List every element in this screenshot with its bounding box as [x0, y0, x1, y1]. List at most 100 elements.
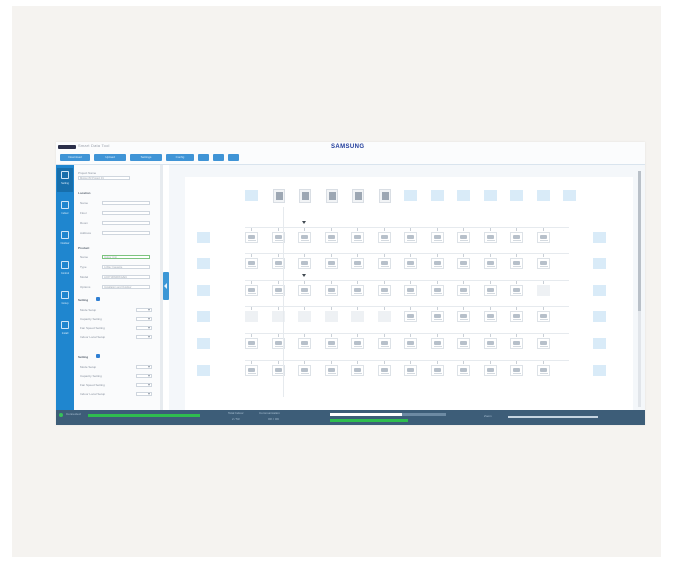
indoor-unit[interactable]	[245, 258, 258, 269]
indoor-unit[interactable]	[404, 258, 417, 269]
project-name-field[interactable]: Motion 83 Project 01	[78, 176, 130, 180]
indoor-unit[interactable]	[324, 365, 338, 376]
indoor-unit[interactable]	[377, 285, 391, 296]
device-thumbnail[interactable]	[272, 189, 285, 203]
product-header: Product	[78, 246, 90, 250]
indoor-unit[interactable]	[377, 232, 391, 243]
indoor-unit[interactable]	[377, 258, 391, 269]
indoor-unit[interactable]	[245, 365, 258, 376]
indoor-unit[interactable]	[404, 285, 417, 296]
indoor-unit[interactable]	[324, 232, 338, 243]
toolbar-button-1[interactable]: Download	[60, 154, 90, 161]
setting1-row-label: Mode Setup	[80, 308, 97, 312]
indoor-unit[interactable]	[351, 338, 364, 349]
nav-item-control[interactable]: Control	[57, 258, 73, 282]
location-address-field[interactable]	[102, 230, 150, 235]
indoor-unit[interactable]	[536, 338, 550, 349]
main-scrollbar[interactable]	[638, 171, 641, 407]
device-thumbnail[interactable]	[325, 189, 338, 203]
nav-item-install[interactable]: Install	[57, 318, 73, 342]
indoor-unit[interactable]	[430, 258, 444, 269]
indoor-unit[interactable]	[510, 365, 523, 376]
indoor-unit[interactable]	[245, 338, 258, 349]
indoor-unit[interactable]	[510, 258, 523, 269]
indoor-unit[interactable]	[404, 365, 417, 376]
indoor-unit[interactable]	[430, 365, 444, 376]
indoor-unit[interactable]	[351, 285, 364, 296]
indoor-unit[interactable]	[536, 232, 550, 243]
indoor-unit[interactable]	[483, 232, 497, 243]
indoor-unit[interactable]	[430, 285, 444, 296]
toolbar-button-6[interactable]	[213, 154, 224, 161]
indoor-unit[interactable]	[351, 258, 364, 269]
indoor-unit[interactable]	[351, 232, 364, 243]
nav-item-label: Outdoor	[60, 242, 70, 245]
nav-item-outdoor[interactable]: Outdoor	[57, 228, 73, 252]
indoor-unit[interactable]	[457, 311, 470, 322]
indoor-unit[interactable]	[510, 338, 523, 349]
location-room-field[interactable]	[102, 220, 150, 225]
device-thumbnail[interactable]	[299, 189, 311, 203]
nav-item-setting[interactable]: Setting	[57, 168, 73, 192]
toolbar-button-5[interactable]	[198, 154, 209, 161]
indoor-unit[interactable]	[377, 338, 391, 349]
product-model-field[interactable]: AC071RN4DKG/EU	[102, 274, 150, 279]
nav-item-indoor[interactable]: Indoor	[57, 198, 73, 222]
indoor-unit[interactable]	[430, 338, 444, 349]
toolbar-button-4[interactable]: Config	[166, 154, 194, 161]
indoor-unit[interactable]	[245, 232, 258, 243]
indoor-unit[interactable]	[536, 311, 550, 322]
indoor-unit[interactable]	[324, 338, 338, 349]
indoor-unit[interactable]	[298, 365, 311, 376]
indoor-unit[interactable]	[457, 258, 470, 269]
indoor-unit[interactable]	[298, 232, 311, 243]
product-options-field[interactable]: Installation and Outdoor	[102, 284, 150, 289]
toolbar-button-3[interactable]: Settings	[130, 154, 162, 161]
indoor-unit[interactable]	[457, 285, 470, 296]
device-thumbnail[interactable]	[352, 189, 364, 203]
indoor-unit[interactable]	[483, 285, 497, 296]
indoor-unit[interactable]	[483, 258, 497, 269]
indoor-unit[interactable]	[510, 285, 523, 296]
indoor-unit[interactable]	[404, 338, 417, 349]
product-type-field[interactable]: 4-Way Cassette	[102, 264, 150, 269]
connection-tick	[436, 361, 438, 364]
indoor-unit[interactable]	[510, 311, 523, 322]
indoor-unit[interactable]	[298, 338, 311, 349]
zoom-slider[interactable]	[508, 416, 598, 418]
indoor-unit[interactable]	[430, 311, 444, 322]
setting-checkbox[interactable]	[96, 297, 100, 301]
main-scrollbar-thumb[interactable]	[638, 171, 641, 311]
indoor-unit[interactable]	[457, 338, 470, 349]
indoor-unit[interactable]	[457, 365, 470, 376]
indoor-unit[interactable]	[245, 285, 258, 296]
toolbar-button-7[interactable]	[228, 154, 239, 161]
indoor-unit[interactable]	[324, 258, 338, 269]
toolbar-button-2[interactable]: Upload	[94, 154, 126, 161]
setting-header: Setting	[78, 298, 89, 302]
unit-layout-canvas	[185, 177, 633, 410]
chevron-down-icon	[148, 336, 150, 338]
indoor-unit[interactable]	[483, 338, 497, 349]
setting-checkbox-2[interactable]	[96, 354, 100, 358]
indoor-unit[interactable]	[457, 232, 470, 243]
device-thumbnail[interactable]	[378, 189, 391, 203]
indoor-unit[interactable]	[298, 285, 311, 296]
location-name-field[interactable]	[102, 200, 150, 205]
indoor-unit[interactable]	[377, 365, 391, 376]
indoor-unit[interactable]	[510, 232, 523, 243]
indoor-unit[interactable]	[298, 258, 311, 269]
nav-item-group[interactable]: Group	[57, 288, 73, 312]
empty-slot	[245, 190, 258, 201]
location-floor-field[interactable]	[102, 210, 150, 215]
indoor-unit[interactable]	[483, 365, 497, 376]
indoor-unit[interactable]	[404, 232, 417, 243]
indoor-unit[interactable]	[351, 365, 364, 376]
indoor-unit[interactable]	[536, 258, 550, 269]
indoor-unit[interactable]	[404, 311, 417, 322]
product-name-field[interactable]: Indoor Unit	[102, 254, 150, 259]
indoor-unit[interactable]	[536, 365, 550, 376]
indoor-unit[interactable]	[324, 285, 338, 296]
indoor-unit[interactable]	[483, 311, 497, 322]
indoor-unit[interactable]	[430, 232, 444, 243]
